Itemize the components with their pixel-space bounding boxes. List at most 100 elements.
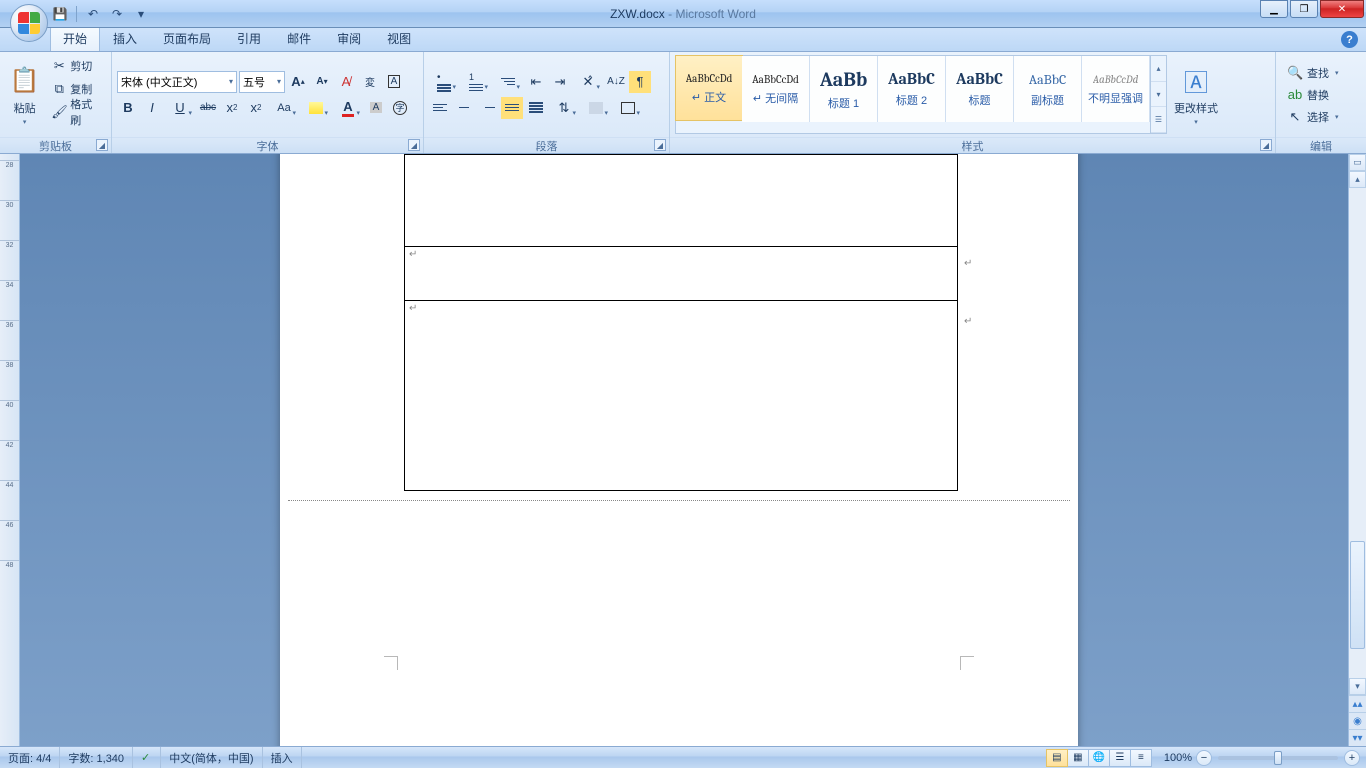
find-button[interactable]: 🔍查找▾	[1281, 62, 1361, 84]
style-item[interactable]: AaBbC标题	[946, 56, 1014, 122]
style-item[interactable]: AaBbCcDd↵ 正文	[675, 55, 743, 121]
outline-view-button[interactable]: ☰	[1109, 749, 1131, 767]
zoom-slider[interactable]	[1218, 756, 1338, 760]
bold-button[interactable]: B	[117, 97, 139, 119]
help-icon[interactable]: ?	[1341, 31, 1358, 48]
decrease-indent-button[interactable]: ⇤	[525, 71, 547, 93]
maximize-button[interactable]: ❐	[1290, 0, 1318, 18]
bullets-button[interactable]	[429, 71, 459, 93]
previous-page-button[interactable]: ▴▴	[1349, 695, 1366, 712]
cut-button[interactable]: ✂剪切	[47, 55, 106, 77]
scroll-track[interactable]	[1349, 188, 1366, 678]
style-item[interactable]: AaBbC副标题	[1014, 56, 1082, 122]
change-styles-button[interactable]: 🄰 更改样式 ▾	[1170, 55, 1222, 134]
enclose-characters-button[interactable]: 字	[389, 97, 411, 119]
font-size-combo[interactable]: 五号▾	[239, 71, 285, 93]
style-item[interactable]: AaBbCcDd不明显强调	[1082, 56, 1150, 122]
underline-button[interactable]: U	[165, 97, 195, 119]
scroll-thumb[interactable]	[1350, 541, 1365, 649]
shrink-font-button[interactable]: A▾	[311, 71, 333, 93]
tab-mailings[interactable]: 邮件	[274, 26, 324, 51]
style-item[interactable]: AaBbCcDd↵ 无间隔	[742, 56, 810, 122]
document-area[interactable]: ↵ ↵ ↵ ↵	[20, 154, 1348, 746]
grow-font-button[interactable]: A▴	[287, 71, 309, 93]
style-item[interactable]: AaBb标题 1	[810, 56, 878, 122]
close-button[interactable]: ✕	[1320, 0, 1364, 18]
font-color-button[interactable]: A	[333, 97, 363, 119]
zoom-level[interactable]: 100%	[1160, 752, 1196, 764]
increase-indent-button[interactable]: ⇥	[549, 71, 571, 93]
tab-review[interactable]: 审阅	[324, 26, 374, 51]
table[interactable]: ↵ ↵	[404, 154, 958, 491]
distributed-button[interactable]	[525, 97, 547, 119]
browse-object-button[interactable]: ◉	[1349, 712, 1366, 729]
vertical-scrollbar[interactable]: ▭ ▴ ▾ ▴▴ ◉ ▾▾	[1348, 154, 1366, 746]
tab-home[interactable]: 开始	[50, 26, 100, 51]
qat-customize-icon[interactable]: ▾	[131, 4, 151, 24]
document-page[interactable]: ↵ ↵ ↵ ↵	[280, 154, 1078, 746]
align-center-button[interactable]	[453, 97, 475, 119]
highlight-button[interactable]	[301, 97, 331, 119]
gallery-expand-button[interactable]: ☰	[1151, 107, 1166, 133]
replace-button[interactable]: ab替换	[1281, 84, 1361, 106]
font-family-combo[interactable]: 宋体 (中文正文)▾	[117, 71, 237, 93]
next-page-button[interactable]: ▾▾	[1349, 729, 1366, 746]
tab-page-layout[interactable]: 页面布局	[150, 26, 224, 51]
styles-dialog-launcher[interactable]: ◢	[1260, 139, 1272, 151]
show-marks-button[interactable]: ¶	[629, 71, 651, 93]
tab-insert[interactable]: 插入	[100, 26, 150, 51]
web-layout-view-button[interactable]: 🌐	[1088, 749, 1110, 767]
sort-button[interactable]: A↓Z	[605, 71, 627, 93]
superscript-button[interactable]: x2	[245, 97, 267, 119]
character-border-button[interactable]: A	[383, 71, 405, 93]
phonetic-guide-button[interactable]: 変	[359, 71, 381, 93]
numbering-button[interactable]	[461, 71, 491, 93]
change-case-button[interactable]: Aa	[269, 97, 299, 119]
print-layout-view-button[interactable]: ▤	[1046, 749, 1068, 767]
zoom-in-button[interactable]: +	[1344, 750, 1360, 766]
tab-references[interactable]: 引用	[224, 26, 274, 51]
gallery-row-down-button[interactable]: ▾	[1151, 82, 1166, 108]
style-item[interactable]: AaBbC标题 2	[878, 56, 946, 122]
line-spacing-button[interactable]: ⇅	[549, 97, 579, 119]
vertical-ruler[interactable]: 2830323436384042444648	[0, 154, 20, 746]
undo-icon[interactable]: ↶	[83, 4, 103, 24]
draft-view-button[interactable]: ≡	[1130, 749, 1152, 767]
shading-button[interactable]	[581, 97, 611, 119]
subscript-button[interactable]: x2	[221, 97, 243, 119]
align-justify-button[interactable]	[501, 97, 523, 119]
clipboard-dialog-launcher[interactable]: ◢	[96, 139, 108, 151]
gallery-row-up-button[interactable]: ▴	[1151, 56, 1166, 82]
borders-button[interactable]	[613, 97, 643, 119]
word-count-indicator[interactable]: 字数: 1,340	[60, 747, 133, 768]
character-shading-button[interactable]: A	[365, 97, 387, 119]
ruler-toggle-button[interactable]: ▭	[1349, 154, 1366, 171]
zoom-slider-handle[interactable]	[1274, 751, 1282, 765]
page-number-indicator[interactable]: 页面: 4/4	[0, 747, 60, 768]
font-dialog-launcher[interactable]: ◢	[408, 139, 420, 151]
paragraph-dialog-launcher[interactable]: ◢	[654, 139, 666, 151]
format-painter-button[interactable]: 🖌格式刷	[47, 101, 106, 123]
multilevel-list-button[interactable]	[493, 71, 523, 93]
save-icon[interactable]: 💾	[50, 4, 70, 24]
document-name: ZXW.docx	[610, 7, 665, 21]
proofing-indicator[interactable]: ✓	[133, 747, 161, 768]
paste-button[interactable]: 📋 粘贴 ▾	[5, 55, 44, 134]
zoom-out-button[interactable]: −	[1196, 750, 1212, 766]
asian-layout-button[interactable]: ✕̂	[573, 71, 603, 93]
insert-mode-indicator[interactable]: 插入	[263, 747, 302, 768]
tab-view[interactable]: 视图	[374, 26, 424, 51]
minimize-button[interactable]: ▁	[1260, 0, 1288, 18]
scroll-up-button[interactable]: ▴	[1349, 171, 1366, 188]
office-button[interactable]	[10, 4, 48, 42]
align-right-button[interactable]	[477, 97, 499, 119]
language-indicator[interactable]: 中文(简体，中国)	[161, 747, 262, 768]
full-screen-view-button[interactable]: ▦	[1067, 749, 1089, 767]
scroll-down-button[interactable]: ▾	[1349, 678, 1366, 695]
redo-icon[interactable]: ↷	[107, 4, 127, 24]
clear-formatting-button[interactable]: A̸	[335, 71, 357, 93]
select-button[interactable]: ↖选择▾	[1281, 106, 1361, 128]
align-left-button[interactable]	[429, 97, 451, 119]
strikethrough-button[interactable]: abc	[197, 97, 219, 119]
italic-button[interactable]: I	[141, 97, 163, 119]
